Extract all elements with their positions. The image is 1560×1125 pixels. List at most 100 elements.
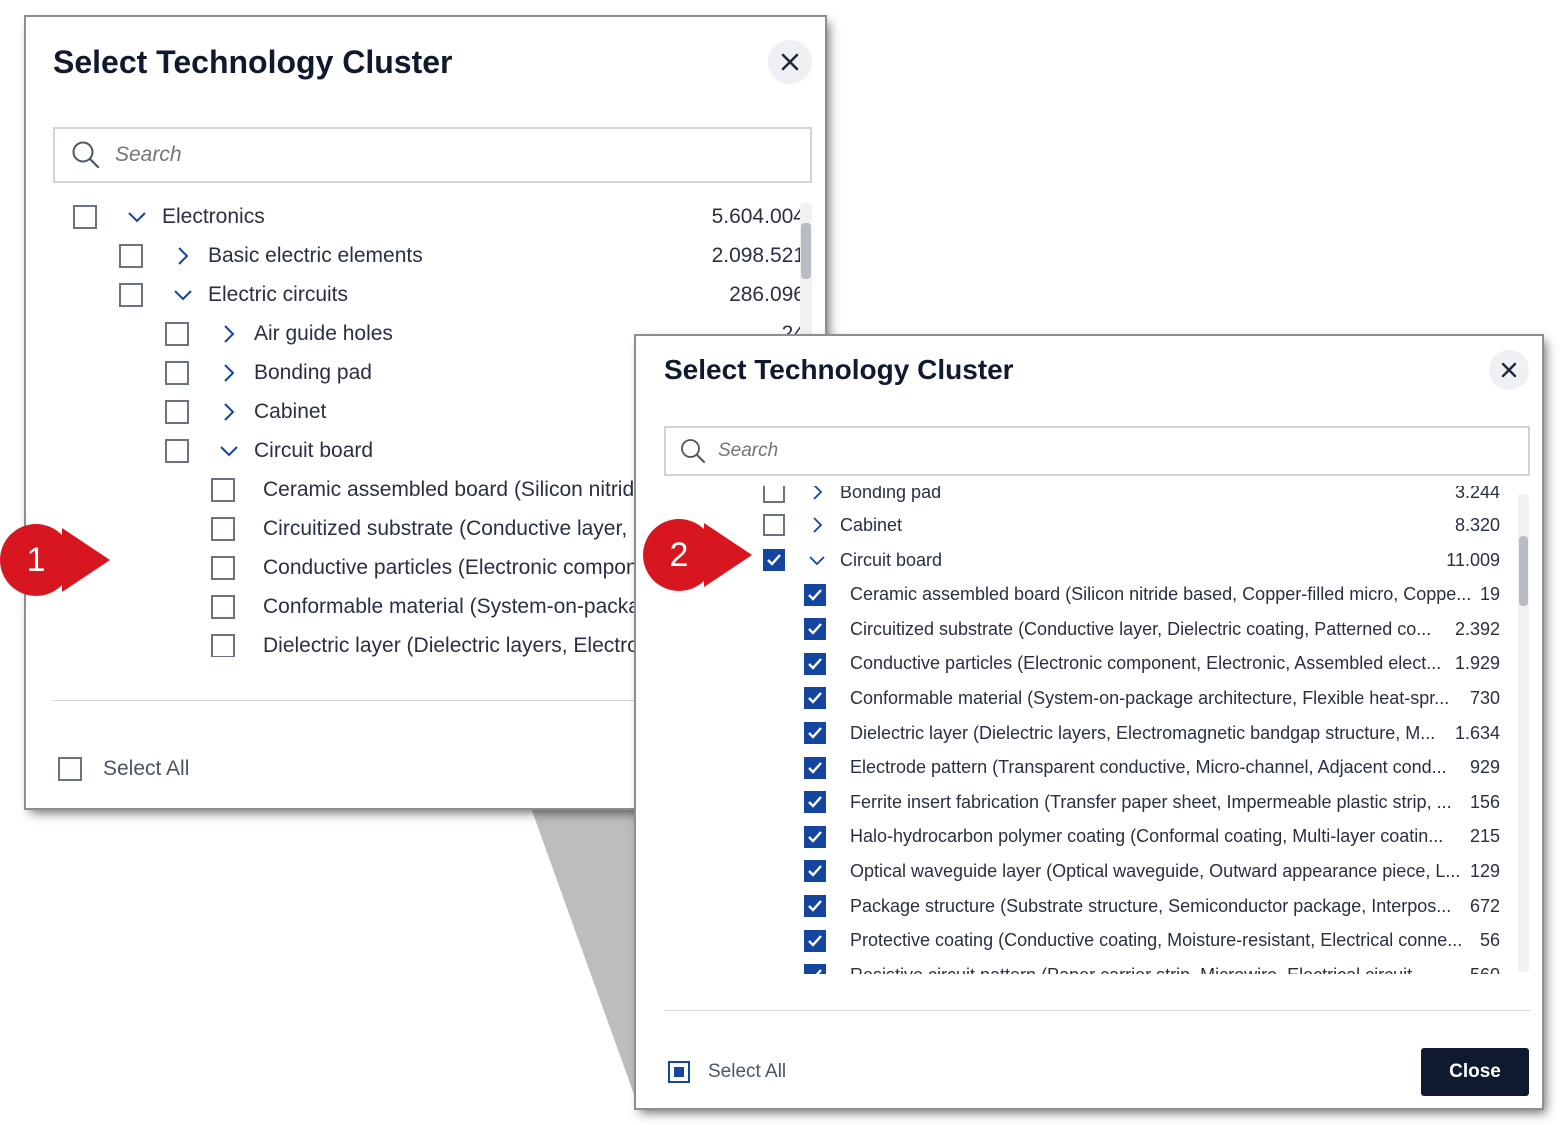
tree-checkbox-checked[interactable] <box>804 929 826 952</box>
tree-row-basic-electric-elements[interactable]: Basic electric elements 2.098.521 <box>53 236 813 275</box>
tree-row-circuit-board-child[interactable]: Protective coating (Conductive coating, … <box>664 924 1502 958</box>
tree-row-circuit-board-child[interactable]: Conformable material (System-on-package … <box>664 681 1502 715</box>
tree-checkbox-checked[interactable] <box>804 687 826 710</box>
tree-checkbox[interactable] <box>165 360 189 385</box>
tree-checkbox[interactable] <box>73 204 97 229</box>
tree-row-circuit-board[interactable]: Circuit board 11.009 <box>664 543 1502 577</box>
close-icon <box>781 53 799 71</box>
select-all-option[interactable]: Select All <box>58 757 189 781</box>
search-icon <box>71 140 101 170</box>
tree-row-cabinet[interactable]: Cabinet 8.320 <box>664 508 1502 542</box>
tree-row-count: 1.929 <box>1454 653 1500 674</box>
tree-scrollbar-thumb[interactable] <box>1519 536 1528 606</box>
tree-checkbox-checked[interactable] <box>804 895 826 917</box>
search-input[interactable] <box>101 142 810 168</box>
search-field[interactable] <box>53 127 812 183</box>
tree-checkbox-checked[interactable] <box>804 791 826 814</box>
tree-checkbox-checked[interactable] <box>804 583 826 606</box>
close-button[interactable]: Close <box>1421 1048 1529 1096</box>
tree-row-count: 560 <box>1470 965 1500 974</box>
chevron-right-icon[interactable] <box>804 486 830 501</box>
tree-row-electric-circuits[interactable]: Electric circuits 286.096 <box>53 275 813 314</box>
chevron-right-icon[interactable] <box>170 246 196 266</box>
tree-row-bonding-pad[interactable]: Bonding pad 3.244 <box>664 486 1502 509</box>
chevron-down-icon[interactable] <box>216 444 242 458</box>
select-all-checkbox[interactable] <box>58 757 82 781</box>
tree-checkbox-checked[interactable] <box>804 860 826 883</box>
tree-row-label: Basic electric elements <box>208 243 423 267</box>
tree-row-circuit-board-child[interactable]: Circuitized substrate (Conductive layer,… <box>664 612 1502 646</box>
tree-row-count: 2.098.521 <box>711 243 805 267</box>
tree-row-circuit-board-child[interactable]: Ceramic assembled board (Silicon nitride… <box>664 578 1502 612</box>
step-marker-number: 1 <box>26 540 46 579</box>
tree-scrollbar[interactable] <box>1518 494 1529 972</box>
indeterminate-mark <box>674 1067 684 1077</box>
tree-checkbox[interactable] <box>211 555 235 580</box>
chevron-right-icon[interactable] <box>216 363 242 383</box>
tree-row-count: 730 <box>1469 687 1500 708</box>
select-all-label: Select All <box>103 757 190 780</box>
close-dialog-button[interactable] <box>1489 350 1529 390</box>
tree-row-label: Electronics <box>162 204 265 228</box>
tree-checkbox[interactable] <box>211 477 235 502</box>
tree-row-count: 929 <box>1469 757 1500 778</box>
tree-row-label: Conformable material (System-on-package … <box>850 687 1450 708</box>
tree-checkbox[interactable] <box>119 243 143 268</box>
tree-row-circuit-board-child[interactable]: Optical waveguide layer (Optical wavegui… <box>664 854 1502 888</box>
tree-checkbox[interactable] <box>211 516 235 541</box>
tree-checkbox-checked[interactable] <box>804 722 826 744</box>
tree-row-circuit-board-child[interactable]: Dielectric layer (Dielectric layers, Ele… <box>664 716 1502 750</box>
select-all-option[interactable]: Select All <box>668 1061 786 1083</box>
chevron-right-icon[interactable] <box>804 516 830 534</box>
chevron-down-icon[interactable] <box>170 288 196 302</box>
tree-row-circuit-board-child[interactable]: Ferrite insert fabrication (Transfer pap… <box>664 785 1502 819</box>
tree-row-count: 1.634 <box>1454 722 1500 743</box>
tree-row-label: Optical waveguide layer (Optical wavegui… <box>850 860 1461 881</box>
tree-row-label: Circuit board <box>840 549 943 570</box>
tree-checkbox[interactable] <box>763 486 785 503</box>
tree-checkbox[interactable] <box>165 321 189 346</box>
tree-row-circuit-board-child[interactable]: Electrode pattern (Transparent conductiv… <box>664 751 1502 785</box>
tree-checkbox-checked[interactable] <box>804 756 826 779</box>
close-dialog-button[interactable] <box>768 40 812 84</box>
tree-row-label: Halo-hydrocarbon polymer coating (Confor… <box>850 826 1444 847</box>
chevron-right-icon[interactable] <box>216 402 242 422</box>
select-all-checkbox-indeterminate[interactable] <box>668 1061 690 1083</box>
tree-checkbox[interactable] <box>211 594 235 619</box>
tree-row-label: Protective coating (Conductive coating, … <box>850 930 1463 951</box>
chevron-down-icon[interactable] <box>124 210 150 224</box>
tree-row-label: Resistive circuit pattern (Paper carrier… <box>850 965 1462 974</box>
chevron-right-icon[interactable] <box>216 324 242 344</box>
checkmark-icon <box>808 761 822 774</box>
tree-scrollbar-thumb[interactable] <box>801 223 811 279</box>
tree-checkbox[interactable] <box>763 514 785 536</box>
tree-row-label: Bonding pad <box>840 486 942 502</box>
tree-checkbox[interactable] <box>165 438 189 463</box>
tree-checkbox-checked[interactable] <box>804 652 826 675</box>
search-field[interactable] <box>664 426 1530 476</box>
tree-checkbox-checked[interactable] <box>804 825 826 848</box>
tree-row-circuit-board-child[interactable]: Conductive particles (Electronic compone… <box>664 647 1502 681</box>
marker-pointer <box>704 523 752 587</box>
tree-row-count: 672 <box>1469 895 1500 916</box>
tree-row-label: Electric circuits <box>208 282 349 306</box>
chevron-down-icon[interactable] <box>804 554 830 566</box>
checkmark-icon <box>808 727 822 739</box>
checkmark-icon <box>808 796 822 808</box>
tree-row-circuit-board-child[interactable]: Halo-hydrocarbon polymer coating (Confor… <box>664 820 1502 854</box>
step-marker-number: 2 <box>669 535 689 574</box>
tree-checkbox-checked[interactable] <box>763 549 785 571</box>
tree-row-circuit-board-child[interactable]: Resistive circuit pattern (Paper carrier… <box>664 958 1502 974</box>
tree-checkbox[interactable] <box>119 282 143 307</box>
checkmark-icon <box>808 865 822 878</box>
checkmark-icon <box>808 657 822 670</box>
tree-row-electronics[interactable]: Electronics 5.604.004 <box>53 197 813 236</box>
tree-checkbox-checked[interactable] <box>804 618 826 641</box>
tree-checkbox[interactable] <box>211 633 235 657</box>
tree-checkbox-checked[interactable] <box>804 964 826 974</box>
tree-row-circuit-board-child[interactable]: Package structure (Substrate structure, … <box>664 889 1502 923</box>
tree-row-count: 8.320 <box>1454 514 1500 535</box>
dialog-title: Select Technology Cluster <box>53 44 453 80</box>
search-input[interactable] <box>706 439 1528 463</box>
tree-checkbox[interactable] <box>165 399 189 424</box>
